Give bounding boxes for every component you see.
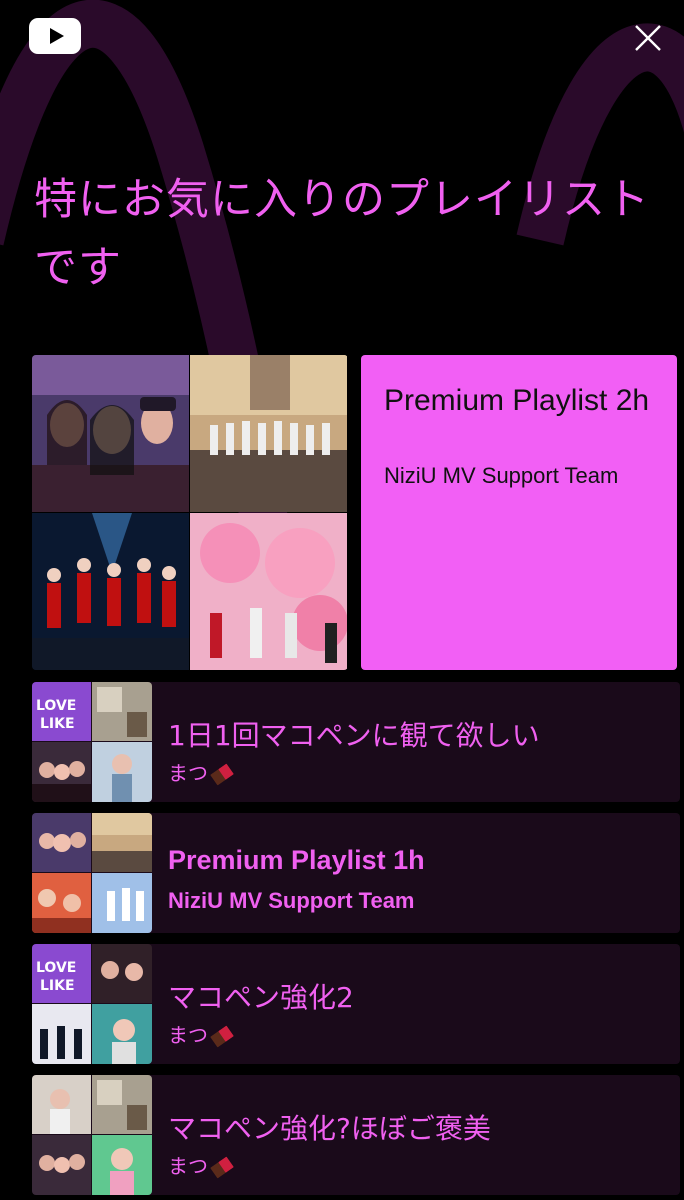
featured-playlist-card[interactable]: Premium Playlist 2h NiziU MV Support Tea… bbox=[361, 355, 677, 670]
chocolate-icon bbox=[210, 1025, 234, 1048]
page-headline: 特にお気に入りのプレイリストです bbox=[34, 175, 650, 293]
thumbnail-image bbox=[92, 813, 152, 872]
playlist-title: マコペン強化?ほぼご褒美 bbox=[168, 1112, 491, 1145]
thumbnail-image bbox=[92, 873, 152, 933]
thumbnail-image bbox=[32, 513, 189, 670]
youtube-logo-icon bbox=[29, 18, 81, 54]
thumbnail-image bbox=[32, 1075, 91, 1134]
thumbnail-image bbox=[92, 742, 152, 802]
playlist-row[interactable]: LOVE LIKE マコペン強化2 まつ bbox=[32, 944, 680, 1064]
thumbnail-image bbox=[190, 355, 347, 512]
playlist-author-name: まつ bbox=[168, 761, 208, 785]
playlist-row[interactable]: マコペン強化?ほぼご褒美 まつ bbox=[32, 1075, 680, 1195]
svg-text:LOVE: LOVE bbox=[36, 960, 76, 976]
thumbnail-image bbox=[32, 742, 91, 802]
thumbnail-image bbox=[92, 1135, 152, 1195]
chocolate-icon bbox=[210, 763, 234, 786]
thumbnail-image: LOVE LIKE bbox=[32, 682, 91, 741]
thumbnail-image bbox=[32, 1004, 91, 1064]
svg-text:LIKE: LIKE bbox=[40, 716, 75, 732]
playlist-thumbnail: LOVE LIKE bbox=[32, 944, 152, 1064]
thumbnail-image bbox=[32, 873, 91, 933]
featured-playlist-author: NiziU MV Support Team bbox=[384, 463, 619, 488]
featured-playlist[interactable]: Premium Playlist 2h NiziU MV Support Tea… bbox=[32, 355, 677, 670]
thumbnail-image bbox=[92, 944, 152, 1003]
thumbnail-image: LOVE LIKE bbox=[32, 944, 91, 1003]
close-button[interactable] bbox=[632, 22, 664, 54]
playlist-author: まつ bbox=[168, 1019, 668, 1048]
playlist-row[interactable]: LOVE LIKE 1日1回マコペンに観て欲しい まつ bbox=[32, 682, 680, 802]
thumbnail-image bbox=[92, 1075, 152, 1134]
thumbnail-image bbox=[190, 513, 347, 670]
playlist-author: まつ bbox=[168, 757, 668, 786]
playlist-thumbnail bbox=[32, 1075, 152, 1195]
chocolate-icon bbox=[210, 1156, 234, 1179]
playlist-author-name: まつ bbox=[168, 1154, 208, 1178]
thumbnail-image bbox=[32, 1135, 91, 1195]
thumbnail-image bbox=[92, 1004, 152, 1064]
svg-text:LIKE: LIKE bbox=[40, 978, 75, 994]
playlist-title: Premium Playlist 1h bbox=[168, 845, 425, 875]
playlist-author: まつ bbox=[168, 1150, 668, 1179]
playlist-author-name: まつ bbox=[168, 1023, 208, 1047]
thumbnail-image bbox=[32, 355, 189, 512]
playlist-author-name: NiziU MV Support Team bbox=[168, 888, 415, 913]
playlist-thumbnail: LOVE LIKE bbox=[32, 682, 152, 802]
svg-text:LOVE: LOVE bbox=[36, 698, 76, 714]
thumbnail-image bbox=[92, 682, 152, 741]
thumbnail-image bbox=[32, 813, 91, 872]
playlist-thumbnail bbox=[32, 813, 152, 933]
featured-thumbnail-collage[interactable] bbox=[32, 355, 348, 670]
playlist-author: NiziU MV Support Team bbox=[168, 888, 668, 914]
playlist-title: マコペン強化2 bbox=[168, 981, 354, 1014]
playlist-title: 1日1回マコペンに観て欲しい bbox=[168, 719, 540, 752]
playlist-row[interactable]: Premium Playlist 1h NiziU MV Support Tea… bbox=[32, 813, 680, 933]
featured-playlist-title: Premium Playlist 2h bbox=[384, 384, 650, 417]
close-icon bbox=[635, 25, 661, 51]
